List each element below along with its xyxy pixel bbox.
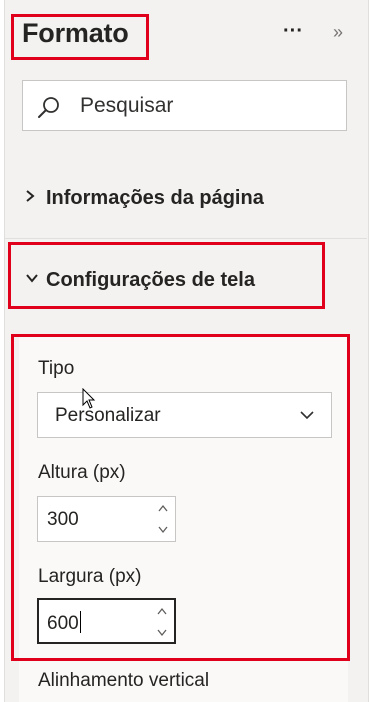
section-page-info-label: Informações da página [46,186,264,209]
search-placeholder: Pesquisar [80,94,174,117]
settings-highlight-box [11,334,350,661]
chevron-down-icon [24,271,46,289]
section-divider [4,238,367,239]
section-canvas-settings-label: Configurações de tela [46,268,255,291]
ellipsis-icon: ··· [283,20,303,42]
pane-title: Formato [22,18,129,48]
search-input[interactable]: Pesquisar [22,80,347,131]
chevron-right-icon [24,188,46,209]
section-canvas-settings[interactable]: Configurações de tela [24,264,255,296]
search-icon [38,97,59,118]
double-chevron-right-icon: » [332,22,343,42]
more-options-button[interactable]: ··· [280,20,306,46]
vertical-alignment-label: Alinhamento vertical [38,670,210,691]
collapse-pane-button[interactable]: » [326,20,350,46]
section-page-info[interactable]: Informações da página [24,182,264,214]
